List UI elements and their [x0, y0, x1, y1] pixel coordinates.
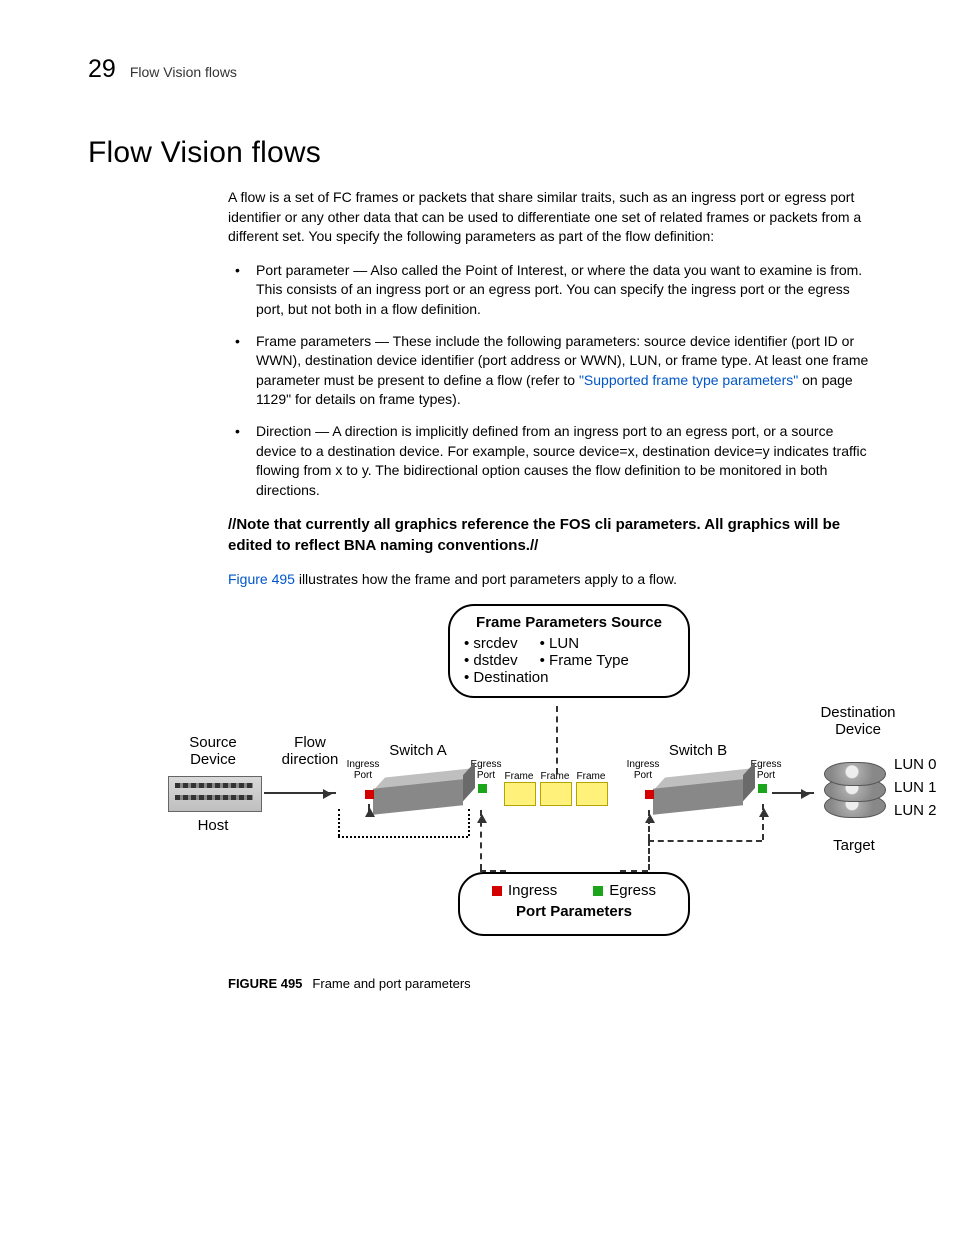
list-item: Port parameter — Also called the Point o… — [228, 261, 876, 320]
switch-a-label: Switch A — [389, 742, 447, 759]
dashed-connector — [648, 840, 650, 870]
list-text: — A direction is implicitly defined from… — [256, 423, 867, 498]
list-lead: Direction — [256, 423, 311, 439]
figure-number: FIGURE 495 — [228, 976, 302, 991]
figure-reference-line: Figure 495 illustrates how the frame and… — [228, 570, 876, 590]
list-lead: Frame parameters — [256, 333, 371, 349]
parameter-list: Port parameter — Also called the Point o… — [228, 261, 876, 501]
list-item: Direction — A direction is implicitly de… — [228, 422, 876, 500]
figure-title: Frame and port parameters — [312, 976, 470, 991]
callout-item: Frame Type — [540, 652, 629, 669]
figure-ref-link[interactable]: Figure 495 — [228, 571, 295, 587]
host-icon — [168, 776, 262, 812]
dashed-connector — [480, 870, 506, 872]
egress-port-icon — [758, 784, 767, 793]
ingress-port-icon — [645, 790, 654, 799]
frame-label: Frame — [505, 771, 534, 782]
port-params-callout: Ingress Egress Port Parameters — [458, 872, 690, 936]
egress-port-label: Egress Port — [470, 759, 501, 781]
egress-port-icon — [478, 784, 487, 793]
body-column: A flow is a set of FC frames or packets … — [228, 188, 876, 590]
switch-icon — [373, 779, 463, 814]
dashed-connector — [648, 810, 650, 840]
frame-icon — [504, 782, 536, 806]
dotted-connector — [468, 809, 470, 836]
callout-item: LUN — [540, 635, 579, 652]
callout-row: Destination — [464, 669, 674, 686]
callout-item: Destination — [464, 669, 548, 686]
intro-paragraph: A flow is a set of FC frames or packets … — [228, 188, 876, 247]
dashed-connector — [480, 810, 482, 870]
ingress-port-label: Ingress Port — [347, 759, 380, 781]
page: 29 Flow Vision flows Flow Vision flows A… — [0, 0, 954, 1235]
dotted-connector — [338, 809, 340, 836]
destination-device-label: Destination Device — [820, 704, 895, 738]
cross-ref-link[interactable]: "Supported frame type parameters" — [579, 372, 798, 388]
frame-label: Frame — [577, 771, 606, 782]
chapter-number: 29 — [88, 55, 116, 84]
list-item: Frame parameters — These include the fol… — [228, 332, 876, 410]
callout-title: Frame Parameters Source — [464, 614, 674, 631]
target-label: Target — [833, 837, 875, 854]
figure-diagram: Frame Parameters Source srcdev LUN dstde… — [168, 604, 928, 964]
egress-port-label: Egress Port — [750, 759, 781, 781]
ingress-port-icon — [365, 790, 374, 799]
lun-label: LUN 1 — [894, 779, 937, 796]
switch-b-label: Switch B — [669, 742, 727, 759]
callout-row: dstdev Frame Type — [464, 652, 674, 669]
frame-icon — [540, 782, 572, 806]
frame-params-callout: Frame Parameters Source srcdev LUN dstde… — [448, 604, 690, 698]
flow-direction-label: Flow direction — [282, 734, 339, 768]
source-device-label: Source Device — [189, 734, 237, 768]
callout-item: srcdev — [464, 635, 518, 652]
arrow-icon — [772, 792, 814, 794]
ingress-port-label: Ingress Port — [627, 759, 660, 781]
switch-icon — [653, 779, 743, 814]
figure-ref-text: illustrates how the frame and port param… — [295, 571, 677, 587]
legend-egress: Egress — [593, 882, 656, 899]
dashed-connector — [620, 870, 648, 872]
dotted-connector — [338, 836, 468, 838]
host-label: Host — [198, 817, 229, 834]
running-header: 29 Flow Vision flows — [88, 55, 876, 84]
list-lead: Port parameter — [256, 262, 349, 278]
callout-item: dstdev — [464, 652, 518, 669]
frame-icon — [576, 782, 608, 806]
figure-caption: FIGURE 495 Frame and port parameters — [228, 976, 876, 991]
target-icon — [824, 754, 884, 830]
frame-label: Frame — [541, 771, 570, 782]
editor-note: //Note that currently all graphics refer… — [228, 514, 876, 556]
section-heading: Flow Vision flows — [88, 136, 876, 170]
callout-row: srcdev LUN — [464, 635, 674, 652]
running-title: Flow Vision flows — [130, 64, 237, 80]
lun-label: LUN 2 — [894, 802, 937, 819]
dashed-connector — [556, 706, 558, 774]
arrow-icon — [264, 792, 336, 794]
arrow-up-icon — [368, 804, 370, 814]
lun-label: LUN 0 — [894, 756, 937, 773]
callout-title: Port Parameters — [474, 903, 674, 920]
legend-ingress: Ingress — [492, 882, 557, 899]
dashed-connector — [648, 840, 762, 842]
dashed-connector — [762, 804, 764, 840]
